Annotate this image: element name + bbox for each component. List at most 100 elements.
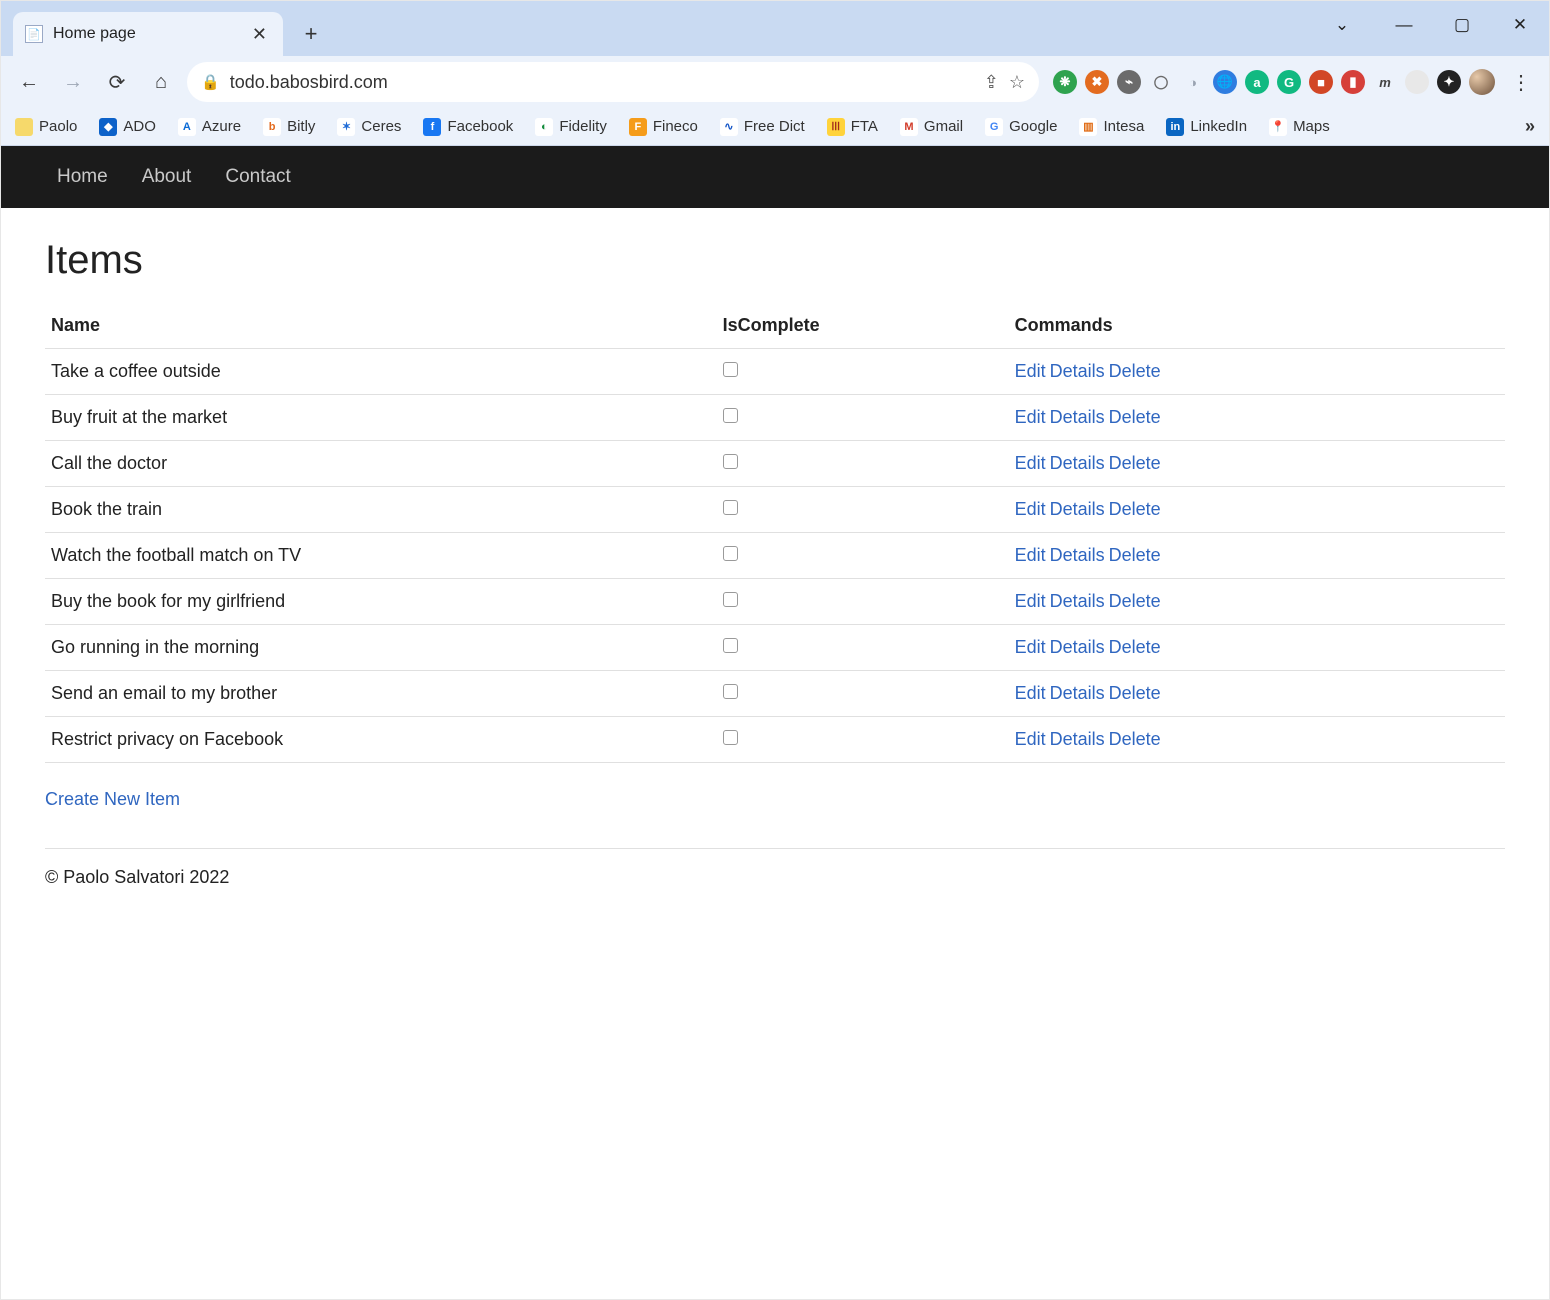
extension-icon[interactable]: ▮: [1341, 70, 1365, 94]
delete-link[interactable]: Delete: [1109, 499, 1161, 519]
complete-checkbox[interactable]: [723, 454, 738, 469]
table-row: Call the doctorEditDetailsDelete: [45, 441, 1505, 487]
bookmark-item[interactable]: AAzure: [178, 118, 241, 136]
nav-home[interactable]: Home: [57, 166, 108, 188]
browser-tab[interactable]: 📄 Home page ✕: [13, 12, 283, 56]
extension-icon[interactable]: ■: [1309, 70, 1333, 94]
complete-checkbox[interactable]: [723, 546, 738, 561]
bookmark-item[interactable]: ◆ADO: [99, 118, 156, 136]
bookmark-icon: b: [263, 118, 281, 136]
bookmark-label: Free Dict: [744, 118, 805, 135]
edit-link[interactable]: Edit: [1015, 407, 1046, 427]
kebab-menu-icon[interactable]: ⋮: [1503, 64, 1539, 100]
delete-link[interactable]: Delete: [1109, 637, 1161, 657]
edit-link[interactable]: Edit: [1015, 361, 1046, 381]
table-row: Watch the football match on TV EditDetail…: [45, 533, 1505, 579]
edit-link[interactable]: Edit: [1015, 591, 1046, 611]
cell-name: Go running in the morning: [45, 625, 717, 671]
cell-commands: EditDetailsDelete: [1009, 625, 1505, 671]
bookmark-star-icon[interactable]: ☆: [1009, 72, 1025, 93]
delete-link[interactable]: Delete: [1109, 683, 1161, 703]
nav-contact[interactable]: Contact: [225, 166, 290, 188]
close-tab-icon[interactable]: ✕: [248, 24, 271, 45]
edit-link[interactable]: Edit: [1015, 499, 1046, 519]
delete-link[interactable]: Delete: [1109, 407, 1161, 427]
extension-icon[interactable]: ❋: [1053, 70, 1077, 94]
edit-link[interactable]: Edit: [1015, 683, 1046, 703]
nav-about[interactable]: About: [142, 166, 192, 188]
bookmark-item[interactable]: GGoogle: [985, 118, 1057, 136]
bookmark-item[interactable]: ▥Intesa: [1079, 118, 1144, 136]
complete-checkbox[interactable]: [723, 684, 738, 699]
edit-link[interactable]: Edit: [1015, 729, 1046, 749]
table-row: Book the trainEditDetailsDelete: [45, 487, 1505, 533]
delete-link[interactable]: Delete: [1109, 545, 1161, 565]
bookmark-item[interactable]: FFineco: [629, 118, 698, 136]
details-link[interactable]: Details: [1050, 545, 1105, 565]
bookmark-icon: in: [1166, 118, 1184, 136]
bookmarks-overflow-icon[interactable]: »: [1525, 116, 1535, 137]
details-link[interactable]: Details: [1050, 361, 1105, 381]
tabs-dropdown-icon[interactable]: ⌄: [1313, 1, 1371, 49]
cell-commands: EditDetailsDelete: [1009, 579, 1505, 625]
maximize-button[interactable]: ▢: [1433, 1, 1491, 49]
minimize-button[interactable]: ―: [1375, 1, 1433, 49]
close-window-button[interactable]: ✕: [1491, 1, 1549, 49]
extension-icon[interactable]: ✦: [1437, 70, 1461, 94]
edit-link[interactable]: Edit: [1015, 637, 1046, 657]
complete-checkbox[interactable]: [723, 500, 738, 515]
bookmark-item[interactable]: 📍Maps: [1269, 118, 1330, 136]
complete-checkbox[interactable]: [723, 408, 738, 423]
complete-checkbox[interactable]: [723, 730, 738, 745]
delete-link[interactable]: Delete: [1109, 591, 1161, 611]
cell-name: Watch the football match on TV: [45, 533, 717, 579]
extension-icon[interactable]: ⌁: [1117, 70, 1141, 94]
bookmark-item[interactable]: inLinkedIn: [1166, 118, 1247, 136]
bookmark-item[interactable]: MGmail: [900, 118, 963, 136]
details-link[interactable]: Details: [1050, 407, 1105, 427]
delete-link[interactable]: Delete: [1109, 729, 1161, 749]
home-button[interactable]: ⌂: [143, 64, 179, 100]
details-link[interactable]: Details: [1050, 453, 1105, 473]
back-button[interactable]: ←: [11, 64, 47, 100]
extension-icon[interactable]: [1405, 70, 1429, 94]
bookmark-item[interactable]: Paolo: [15, 118, 77, 136]
bookmark-item[interactable]: bBitly: [263, 118, 315, 136]
create-new-item-link[interactable]: Create New Item: [45, 789, 180, 810]
details-link[interactable]: Details: [1050, 591, 1105, 611]
share-icon[interactable]: ⇪: [984, 72, 999, 93]
extension-icon[interactable]: a: [1245, 70, 1269, 94]
delete-link[interactable]: Delete: [1109, 361, 1161, 381]
details-link[interactable]: Details: [1050, 499, 1105, 519]
delete-link[interactable]: Delete: [1109, 453, 1161, 473]
details-link[interactable]: Details: [1050, 637, 1105, 657]
extension-icon[interactable]: m: [1373, 70, 1397, 94]
profile-avatar[interactable]: [1469, 69, 1495, 95]
edit-link[interactable]: Edit: [1015, 545, 1046, 565]
cell-name: Buy the book for my girlfriend: [45, 579, 717, 625]
reload-button[interactable]: ⟳: [99, 64, 135, 100]
complete-checkbox[interactable]: [723, 362, 738, 377]
extension-icon[interactable]: 🌐: [1213, 70, 1237, 94]
bookmark-item[interactable]: ⲼFTA: [827, 118, 878, 136]
details-link[interactable]: Details: [1050, 729, 1105, 749]
bookmark-icon: [15, 118, 33, 136]
extension-icon[interactable]: G: [1277, 70, 1301, 94]
complete-checkbox[interactable]: [723, 592, 738, 607]
edit-link[interactable]: Edit: [1015, 453, 1046, 473]
bookmark-item[interactable]: ✶Ceres: [337, 118, 401, 136]
extension-icon[interactable]: ✖: [1085, 70, 1109, 94]
extension-icon[interactable]: ◑: [1181, 70, 1205, 94]
details-link[interactable]: Details: [1050, 683, 1105, 703]
bookmark-item[interactable]: ∿Free Dict: [720, 118, 805, 136]
table-row: Buy the book for my girlfriend EditDetail…: [45, 579, 1505, 625]
bookmark-item[interactable]: ◐Fidelity: [535, 118, 607, 136]
forward-button[interactable]: →: [55, 64, 91, 100]
bookmark-label: Fineco: [653, 118, 698, 135]
bookmark-item[interactable]: fFacebook: [423, 118, 513, 136]
complete-checkbox[interactable]: [723, 638, 738, 653]
omnibox[interactable]: 🔒 todo.babosbird.com ⇪ ☆: [187, 62, 1039, 102]
bookmark-label: Google: [1009, 118, 1057, 135]
new-tab-button[interactable]: +: [293, 16, 329, 52]
extension-icon[interactable]: ◯: [1149, 70, 1173, 94]
